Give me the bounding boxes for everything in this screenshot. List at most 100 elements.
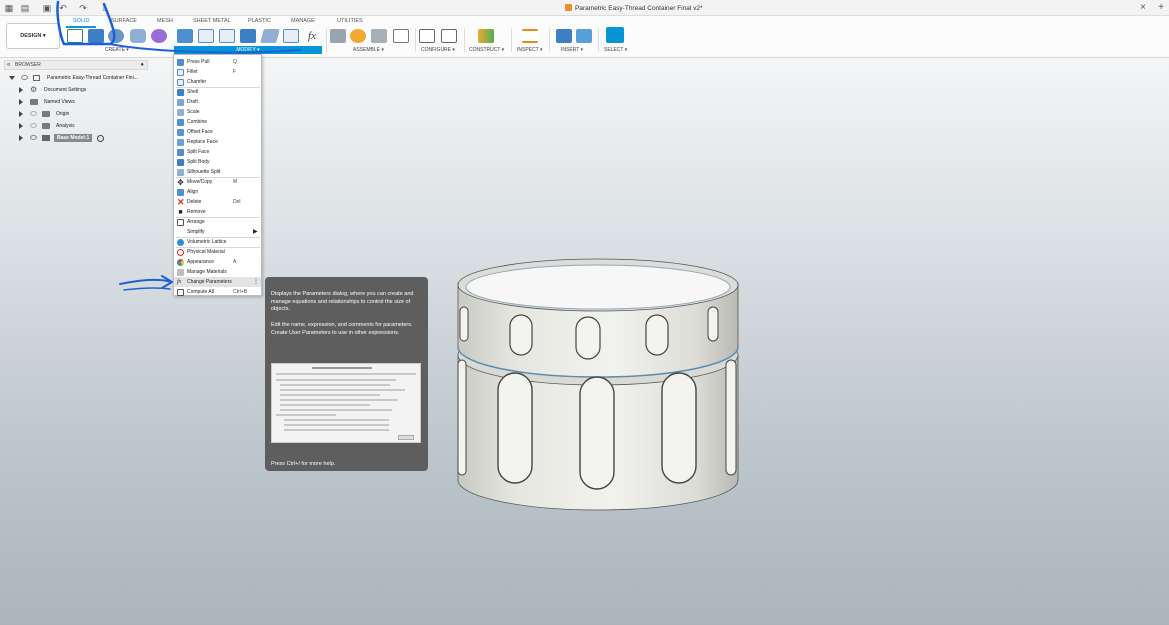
tab-plastic[interactable]: PLASTIC [248,18,271,24]
tab-utilities[interactable]: UTILITIES [337,18,363,24]
menu-item-arrange[interactable]: Arrange [174,217,261,227]
app-grid-icon[interactable]: ▦ [4,3,14,13]
joint-origin-icon[interactable] [393,29,409,43]
activate-component-icon[interactable] [97,135,104,142]
browser-item-document-settings[interactable]: ⚙ Document Settings [0,85,150,95]
visibility-eye-icon[interactable] [21,75,28,80]
menu-item-combine[interactable]: Combine [174,117,261,127]
menu-item-move-copy[interactable]: ✥ Move/Copy M [174,177,261,187]
offset-plane-icon[interactable] [478,29,494,43]
collapse-browser-icon[interactable]: « [7,61,10,69]
tab-sheet-metal[interactable]: SHEET METAL [193,18,231,24]
silhouette-split-icon [177,169,184,176]
menu-item-appearance[interactable]: Appearance A [174,257,261,267]
configure-table-icon[interactable] [441,29,457,43]
revolve-icon[interactable] [108,29,124,43]
create-group-label[interactable]: CREATE ▾ [105,47,129,53]
visibility-eye-icon[interactable] [30,135,37,140]
tab-mesh[interactable]: MESH [157,18,173,24]
shell-icon[interactable] [240,29,256,43]
save-icon[interactable]: ▣ [42,3,52,13]
menu-item-manage-materials[interactable]: Manage Materials [174,267,261,277]
container-3d-model[interactable] [440,255,760,525]
menu-item-silhouette-split[interactable]: Silhouette Split [174,167,261,177]
redo-icon[interactable]: ↷ [78,3,88,13]
menu-item-compute-all[interactable]: Compute All Ctrl+B [174,287,261,297]
extrude-icon[interactable] [88,29,104,43]
hole-icon[interactable] [130,29,146,43]
scale-icon [177,109,184,116]
browser-pin-icon[interactable]: ● [140,61,144,69]
new-sketch-icon[interactable] [67,29,83,43]
combine-icon[interactable] [283,29,299,43]
press-pull-icon[interactable] [177,29,193,43]
form-icon[interactable] [151,29,167,43]
expand-icon[interactable] [9,76,15,80]
configure-icon[interactable] [419,29,435,43]
as-built-joint-icon[interactable] [371,29,387,43]
joint-icon[interactable] [350,29,366,43]
menu-item-scale[interactable]: Scale [174,107,261,117]
close-tab-icon[interactable]: × [1138,3,1148,13]
tab-manage[interactable]: MANAGE [291,18,315,24]
browser-item-named-views[interactable]: Named Views [0,97,150,107]
menu-item-press-pull[interactable]: Press Pull Q [174,57,261,67]
fillet-icon[interactable] [198,29,214,43]
file-menu-icon[interactable]: ▤ [20,3,30,13]
change-parameters-fx-icon[interactable]: fx [304,29,320,43]
fx-icon: fx [177,279,182,285]
browser-root[interactable]: Parametric Easy-Thread Container Fini... [0,73,150,83]
select-icon[interactable] [606,27,624,43]
visibility-eye-icon[interactable] [30,111,37,116]
expand-icon[interactable] [19,111,23,117]
browser-item-origin[interactable]: Origin [0,109,150,119]
workspace-design-button[interactable]: DESIGN ▾ [6,23,60,49]
new-tab-icon[interactable]: + [1156,3,1166,13]
assemble-group-label[interactable]: ASSEMBLE ▾ [353,47,384,53]
menu-item-volumetric-lattice[interactable]: Volumetric Lattice [174,237,261,247]
browser-item-analysis[interactable]: Analysis [0,121,150,131]
configure-group-label[interactable]: CONFIGURE ▾ [421,47,455,53]
menu-item-delete[interactable]: ✕ Delete Del [174,197,261,207]
expand-icon[interactable] [19,99,23,105]
menu-item-offset-face[interactable]: Offset Face [174,127,261,137]
browser-item-base-model[interactable]: Base Model:1 [0,133,150,143]
menu-item-simplify[interactable]: Simplify ▶ [174,227,261,237]
insert-group-label[interactable]: INSERT ▾ [561,47,583,53]
construct-group-label[interactable]: CONSTRUCT ▾ [469,47,504,53]
menu-item-draft[interactable]: Draft [174,97,261,107]
menu-item-shell[interactable]: Shell [174,87,261,97]
menu-item-remove[interactable]: ■ Remove [174,207,261,217]
inspect-group-label[interactable]: INSPECT ▾ [517,47,543,53]
menu-item-split-body[interactable]: Split Body [174,157,261,167]
chamfer-icon[interactable] [219,29,235,43]
menu-item-fillet[interactable]: Fillet F [174,67,261,77]
expand-icon[interactable] [19,135,23,141]
more-options-icon[interactable]: ⋮ [253,277,259,287]
modify-group-button[interactable]: MODIFY ▾ [174,46,322,54]
menu-item-replace-face[interactable]: Replace Face [174,137,261,147]
expand-icon[interactable] [19,123,23,129]
insert-derive-icon[interactable] [556,29,572,43]
browser-header[interactable]: « BROWSER ● [4,60,148,70]
menu-item-change-parameters[interactable]: fx Change Parameters ⋮ [174,277,261,287]
lid-slot [459,306,469,342]
combine-icon [177,119,184,126]
tab-surface[interactable]: SURFACE [111,18,137,24]
expand-icon[interactable] [19,87,23,93]
undo-icon[interactable]: ↶ [58,3,68,13]
menu-item-align[interactable]: Align [174,187,261,197]
measure-icon[interactable] [522,29,538,43]
menu-item-chamfer[interactable]: Chamfer [174,77,261,87]
select-group-label[interactable]: SELECT ▾ [604,47,627,53]
menu-item-split-face[interactable]: Split Face [174,147,261,157]
visibility-eye-icon[interactable] [30,123,37,128]
new-component-icon[interactable] [330,29,346,43]
lid-slot [509,314,533,356]
tab-solid[interactable]: SOLID [73,18,90,24]
scale-icon[interactable] [260,29,280,43]
insert-image-icon[interactable] [576,29,592,43]
home-icon[interactable]: ⌂ [100,3,110,13]
document-title: Parametric Easy-Thread Container Final v… [565,4,703,12]
menu-item-physical-material[interactable]: Physical Material [174,247,261,257]
